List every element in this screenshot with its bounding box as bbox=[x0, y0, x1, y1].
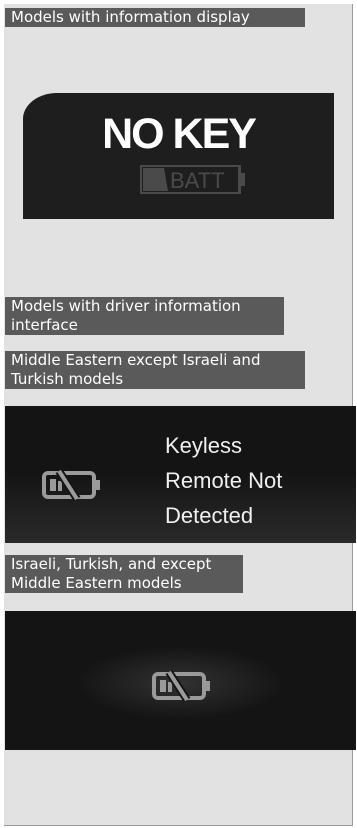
no-key-display: NO KEY bbox=[23, 93, 334, 219]
label-it-line2: Middle Eastern models bbox=[11, 574, 182, 592]
key-battery-low-icon bbox=[152, 669, 210, 703]
batt-icon: BATT bbox=[140, 165, 245, 194]
keyless-message: Keyless Remote Not Detected bbox=[165, 428, 282, 533]
key-battery-low-icon bbox=[42, 468, 100, 502]
label-me-line2: Turkish models bbox=[11, 370, 124, 388]
label-it-line1: Israeli, Turkish, and except bbox=[11, 555, 212, 573]
label-information-display-text: Models with information display bbox=[11, 8, 250, 26]
label-israeli-turkish: Israeli, Turkish, and except Middle East… bbox=[5, 555, 243, 593]
keyless-line3: Detected bbox=[165, 503, 254, 528]
label-dii-line2: interface bbox=[11, 316, 78, 334]
label-middle-eastern: Middle Eastern except Israeli and Turkis… bbox=[5, 351, 305, 389]
keyless-line2: Remote Not bbox=[165, 468, 283, 493]
label-dii-line1: Models with driver information bbox=[11, 297, 241, 315]
label-driver-information-interface: Models with driver information interface bbox=[5, 297, 284, 335]
keyless-remote-display: Keyless Remote Not Detected bbox=[5, 406, 356, 543]
icon-only-display bbox=[5, 611, 356, 750]
no-key-message: NO KEY bbox=[102, 110, 257, 158]
label-information-display: Models with information display bbox=[5, 8, 305, 27]
label-me-line1: Middle Eastern except Israeli and bbox=[11, 351, 261, 369]
batt-label: BATT bbox=[170, 168, 225, 193]
keyless-line1: Keyless bbox=[165, 433, 243, 458]
